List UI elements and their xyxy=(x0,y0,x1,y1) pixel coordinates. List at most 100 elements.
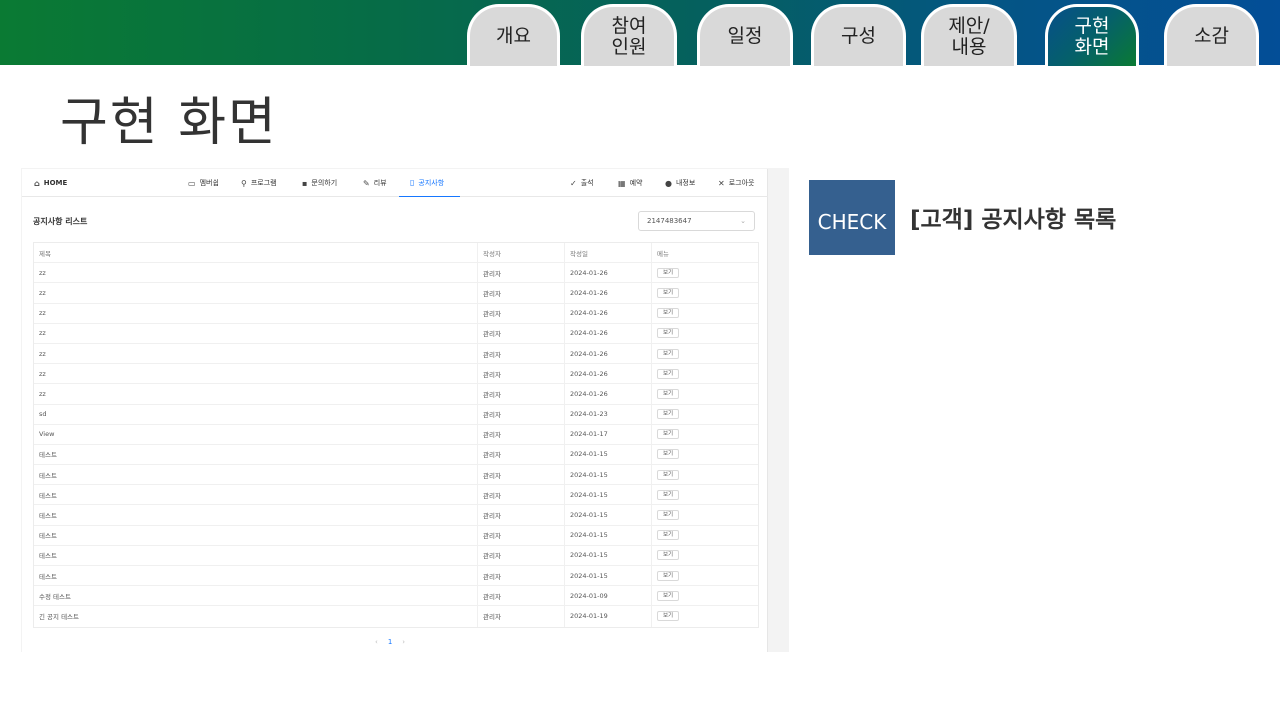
nav-membership[interactable]: ▭ 멤버쉽 xyxy=(188,169,219,197)
close-icon: ✕ xyxy=(718,178,725,188)
header-date: 작성일 xyxy=(565,243,652,263)
tab-members[interactable]: 참여 인원 xyxy=(581,4,677,66)
row-title[interactable]: 테스트 xyxy=(34,545,478,565)
view-button[interactable]: 보기 xyxy=(657,590,680,601)
view-button[interactable]: 보기 xyxy=(657,388,680,399)
row-menu: 보기 xyxy=(652,405,760,424)
row-title[interactable]: 테스트 xyxy=(34,465,478,485)
nav-notice[interactable]: ▯ 공지사항 xyxy=(399,169,460,197)
row-date: 2024-01-15 xyxy=(565,525,652,545)
row-title[interactable]: zz xyxy=(34,303,478,323)
nav-reservation-label: 예약 xyxy=(629,179,643,187)
row-title[interactable]: 테스트 xyxy=(34,525,478,545)
row-author: 관리자 xyxy=(478,566,565,586)
row-title[interactable]: 긴 공지 테스트 xyxy=(34,606,478,627)
row-author: 관리자 xyxy=(478,545,565,565)
row-title[interactable]: zz xyxy=(34,323,478,343)
row-title[interactable]: zz xyxy=(34,364,478,384)
table-row: 테스트 관리자 2024-01-15 보기 xyxy=(34,525,760,546)
row-title[interactable]: zz xyxy=(34,263,478,283)
table-row: 테스트 관리자 2024-01-15 보기 xyxy=(34,465,760,486)
check-caption: [고객] 공지사항 목록 xyxy=(910,207,1117,233)
nav-review-label: 리뷰 xyxy=(373,179,387,187)
row-title[interactable]: 테스트 xyxy=(34,485,478,505)
row-menu: 보기 xyxy=(652,465,760,484)
view-button[interactable]: 보기 xyxy=(657,308,680,319)
row-author: 관리자 xyxy=(478,343,565,364)
row-title[interactable]: zz xyxy=(34,283,478,303)
nav-logout[interactable]: ✕ 로그아웃 xyxy=(718,169,754,197)
view-button[interactable]: 보기 xyxy=(657,489,680,500)
nav-program[interactable]: ⚲ 프로그램 xyxy=(241,169,277,197)
document-icon: ▯ xyxy=(410,178,415,187)
row-title[interactable]: 수정 테스트 xyxy=(34,586,478,606)
row-menu: 보기 xyxy=(652,505,760,524)
table-row: View 관리자 2024-01-17 보기 xyxy=(34,424,758,445)
notice-table: 제목 작성자 작성일 메뉴 zz 관리자 2024-01-26 보기 zz 관리자 2024… xyxy=(33,242,759,628)
view-button[interactable]: 보기 xyxy=(657,449,680,460)
nav-reservation[interactable]: ▦ 예약 xyxy=(618,169,642,197)
row-title[interactable]: View xyxy=(34,424,478,444)
tab-schedule[interactable]: 일정 xyxy=(697,4,793,66)
next-page-button[interactable]: › xyxy=(402,638,405,646)
row-author: 관리자 xyxy=(478,384,565,404)
view-button[interactable]: 보기 xyxy=(657,348,680,359)
row-date: 2024-01-15 xyxy=(565,505,652,525)
table-row: 테스트 관리자 2024-01-15 보기 xyxy=(34,505,760,526)
view-button[interactable]: 보기 xyxy=(657,368,680,379)
header-author: 작성자 xyxy=(478,243,565,263)
view-button[interactable]: 보기 xyxy=(657,530,680,541)
nav-logout-label: 로그아웃 xyxy=(728,179,755,187)
nav-inquiry[interactable]: ▪ 문의하기 xyxy=(302,169,337,197)
row-author: 관리자 xyxy=(478,606,565,627)
page-1-button[interactable]: 1 xyxy=(388,638,392,646)
table-row: zz 관리자 2024-01-26 보기 xyxy=(34,323,758,344)
row-title[interactable]: 테스트 xyxy=(34,444,478,465)
view-button[interactable]: 보기 xyxy=(657,550,680,561)
card-icon: ▭ xyxy=(188,178,196,188)
view-button[interactable]: 보기 xyxy=(657,267,680,278)
view-button[interactable]: 보기 xyxy=(657,510,680,521)
row-date: 2024-01-19 xyxy=(565,606,652,627)
view-button[interactable]: 보기 xyxy=(657,570,680,581)
tab-implementation[interactable]: 구현 화면 xyxy=(1045,4,1139,66)
view-button[interactable]: 보기 xyxy=(657,287,680,298)
tab-review[interactable]: 소감 xyxy=(1164,4,1259,66)
top-banner: 개요 참여 인원 일정 구성 제안/ 내용 구현 화면 소감 xyxy=(0,0,1280,66)
nav-attendance-label: 출석 xyxy=(580,179,594,187)
nav-home[interactable]: ⌂ HOME xyxy=(34,169,67,197)
nav-attendance[interactable]: ✓ 출석 xyxy=(570,169,594,197)
view-button[interactable]: 보기 xyxy=(657,611,680,622)
row-author: 관리자 xyxy=(478,525,565,545)
user-icon: ● xyxy=(665,178,672,188)
row-title[interactable]: zz xyxy=(34,384,478,404)
row-menu: 보기 xyxy=(652,344,760,363)
table-row: sd 관리자 2024-01-23 보기 xyxy=(34,404,760,425)
check-icon: ✓ xyxy=(570,178,577,188)
view-button[interactable]: 보기 xyxy=(657,469,680,480)
row-date: 2024-01-09 xyxy=(565,586,652,606)
table-row: zz 관리자 2024-01-26 보기 xyxy=(34,303,758,324)
row-date: 2024-01-26 xyxy=(565,283,652,303)
nav-my-info[interactable]: ● 내정보 xyxy=(665,169,695,197)
tab-overview[interactable]: 개요 xyxy=(467,4,560,66)
row-author: 관리자 xyxy=(478,424,565,444)
nav-review[interactable]: ✎ 리뷰 xyxy=(363,169,387,197)
tab-proposal[interactable]: 제안/ 내용 xyxy=(921,4,1017,66)
row-menu: 보기 xyxy=(652,526,760,545)
row-author: 관리자 xyxy=(478,505,565,525)
view-button[interactable]: 보기 xyxy=(657,409,680,420)
row-title[interactable]: sd xyxy=(34,404,478,424)
view-button[interactable]: 보기 xyxy=(657,328,680,339)
row-title[interactable]: 테스트 xyxy=(34,505,478,525)
page-size-select[interactable]: 2147483647 ⌄ xyxy=(638,211,755,231)
tab-structure[interactable]: 구성 xyxy=(811,4,906,66)
row-title[interactable]: zz xyxy=(34,343,478,364)
row-author: 관리자 xyxy=(478,444,565,465)
row-author: 관리자 xyxy=(478,465,565,485)
app-screenshot: ⌂ HOME ▭ 멤버쉽 ⚲ 프로그램 ▪ 문의하기 ✎ 리뷰 ▯ 공지사항 ✓… xyxy=(21,168,789,652)
table-row: 수정 테스트 관리자 2024-01-09 보기 xyxy=(34,586,758,607)
view-button[interactable]: 보기 xyxy=(657,429,680,440)
row-title[interactable]: 테스트 xyxy=(34,566,478,586)
prev-page-button[interactable]: ‹ xyxy=(375,638,378,646)
